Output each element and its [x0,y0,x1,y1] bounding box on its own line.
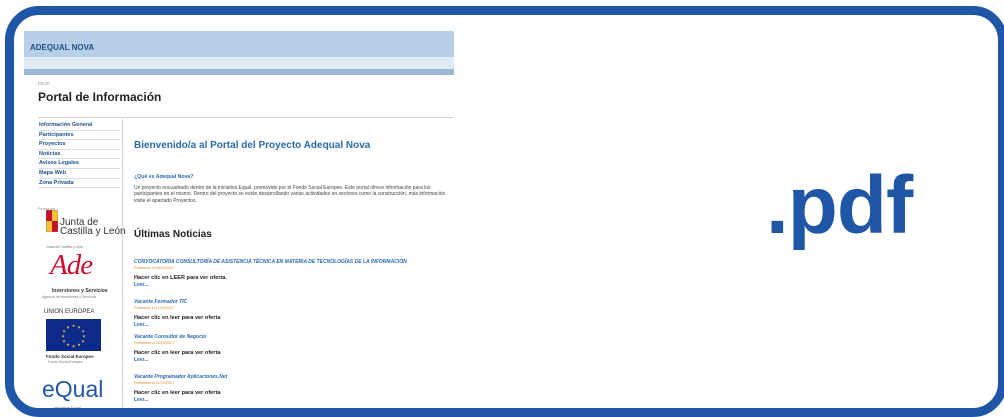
news-read-link[interactable]: Leer... [134,397,454,403]
equal-caption: Iniciativa Equal [54,405,81,410]
news-title[interactable]: Vacante Formador TIC [134,299,454,305]
sidebar-item-mapa-web[interactable]: Mapa Web [38,169,120,179]
site-header-bar: ADEQUAL NOVA [24,31,454,57]
news-item: CONVOCATORIA CONSULTORÍA DE ASISTENCIA T… [134,259,454,288]
equal-logo[interactable]: eQual [42,376,103,403]
ade-subcaption: Agencia de Inversiones y Servicios [42,295,97,299]
welcome-heading: Bienvenido/a al Portal del Proyecto Adeq… [134,140,371,151]
what-is-heading[interactable]: ¿Qué es Adequal Nova? [134,174,193,180]
news-title[interactable]: CONVOCATORIA CONSULTORÍA DE ASISTENCIA T… [134,259,454,265]
svg-text:★: ★ [77,342,81,347]
news-body: Hacer clic en leer para ver oferta [134,315,221,321]
eu-flag-icon[interactable]: ★ ★ ★ ★ ★ ★ ★ ★ ★ ★ ★ ★ [46,319,101,351]
sidebar-item-informacion-general[interactable]: Información General [38,121,120,131]
breadcrumb[interactable]: Inicio [38,81,50,87]
pdf-extension-label: .pdf [766,160,913,251]
news-item: Vacante Programador Aplicaciones.Net Pub… [134,374,454,403]
news-heading: Últimas Noticias [134,229,212,240]
svg-text:★: ★ [62,339,66,344]
sidebar-item-participantes[interactable]: Participantes [38,131,120,141]
column-divider [122,119,123,408]
svg-text:★: ★ [72,323,76,328]
eu-title: UNION EUROPEA [44,309,95,315]
news-title[interactable]: Vacante Consultor de Negocio [134,334,454,340]
intro-paragraph: Un proyecto encuadrado dentro de la inic… [134,185,446,204]
castilla-leon-shield-icon [46,210,58,232]
news-body: Hacer clic en leer para ver oferta [134,390,221,396]
news-body: Hacer clic en LEER para ver oferta. [134,275,227,281]
ade-logo[interactable]: Ade [50,249,93,282]
news-read-link[interactable]: Leer... [134,282,454,288]
svg-text:★: ★ [66,342,70,347]
title-divider [38,117,454,118]
news-date: Publicado el 03/11/2007 [134,266,175,270]
jcl-name-line-2: Castilla y León [60,226,126,237]
fse-caption: Fondo Social Europeo [46,354,94,359]
site-name[interactable]: ADEQUAL NOVA [30,43,94,52]
site-strip-bar [24,69,454,75]
svg-text:★: ★ [66,325,70,330]
website-screenshot: ADEQUAL NOVA Inicio Portal de Informació… [24,31,454,410]
junta-castilla-leon-logo[interactable]: Junta de Castilla y León [60,218,126,237]
news-date: Publicado el 11/10/2007 [134,381,175,385]
news-read-link[interactable]: Leer... [134,322,454,328]
svg-text:★: ★ [72,344,76,349]
svg-text:★: ★ [61,334,65,339]
sidebar-item-proyectos[interactable]: Proyectos [38,140,120,150]
news-item: Vacante Formador TIC Publicado el 11/10/… [134,299,454,328]
sidebar-item-zona-privada[interactable]: Zona Privada [38,179,120,189]
sidebar-item-noticias[interactable]: Noticias [38,150,120,160]
news-item: Vacante Consultor de Negocio Publicado e… [134,334,454,363]
sidebar-nav: Información General Participantes Proyec… [38,121,120,189]
ade-caption: Inversiones y Servicios [52,288,108,294]
svg-text:★: ★ [81,339,85,344]
pdf-document-frame: ADEQUAL NOVA Inicio Portal de Informació… [5,6,1004,417]
page-title: Portal de Información [38,90,162,104]
sidebar-item-avisos-legales[interactable]: Avisos Legales [38,159,120,169]
news-date: Publicado el 11/10/2007 [134,306,175,310]
site-subheader-bar [24,57,454,69]
news-date: Publicado el 11/10/2007 [134,341,175,345]
news-body: Hacer clic en leer para ver oferta [134,350,221,356]
news-title[interactable]: Vacante Programador Aplicaciones.Net [134,374,454,380]
news-read-link[interactable]: Leer... [134,357,454,363]
fse-subcaption: Fondo Social Europeo [48,360,83,364]
